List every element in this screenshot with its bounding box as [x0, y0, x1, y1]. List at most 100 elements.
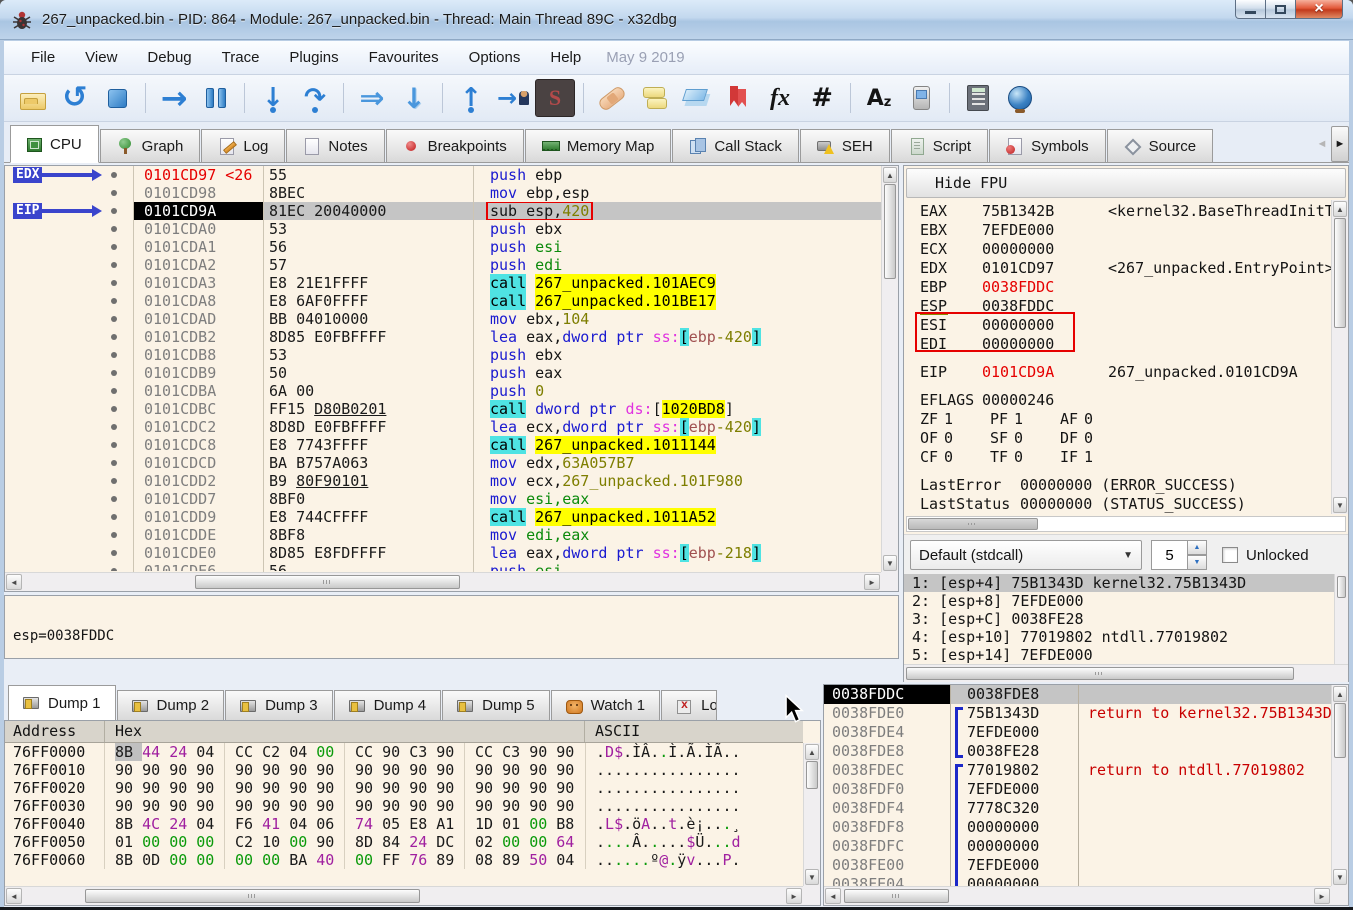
- disasm-horizontal-scrollbar[interactable]: ◄ ►: [5, 572, 881, 591]
- maximize-button[interactable]: [1266, 0, 1296, 19]
- status-row-lasterror[interactable]: LastError 00000000 (ERROR_SUCCESS): [904, 476, 1331, 495]
- scroll-down-icon[interactable]: ▼: [805, 869, 819, 885]
- patch-button[interactable]: [592, 79, 632, 117]
- breakpoint-gutter[interactable]: [5, 436, 133, 454]
- tab-log[interactable]: Log: [201, 129, 286, 162]
- stack-horizontal-scrollbar[interactable]: ◄ ►: [824, 886, 1331, 905]
- hex-dump-row[interactable]: 76FF0060 8B 0D 00 00 00 00 BA 40 00 FF 76 8…: [5, 851, 803, 869]
- menu-plugins[interactable]: Plugins: [274, 41, 353, 75]
- menu-favourites[interactable]: Favourites: [354, 41, 454, 75]
- scroll-thumb[interactable]: [195, 575, 460, 589]
- breakpoint-gutter[interactable]: [5, 526, 133, 544]
- bookmark-button[interactable]: [718, 79, 758, 117]
- tab-seh[interactable]: SEH: [799, 129, 890, 162]
- disasm-row[interactable]: 0101CDE6 56 push esi: [5, 562, 881, 571]
- registers-horizontal-scrollbar[interactable]: [906, 516, 1346, 532]
- hide-fpu-button[interactable]: Hide FPU: [906, 168, 1346, 198]
- tab-notes[interactable]: Notes: [286, 129, 385, 162]
- tab-dump-1[interactable]: Dump 1: [8, 685, 116, 720]
- disasm-row[interactable]: 0101CDA1 56 push esi: [5, 238, 881, 256]
- scroll-thumb[interactable]: [1334, 218, 1346, 328]
- disasm-row[interactable]: 0101CDBC FF15 D80B0201 call dword ptr ds:[…: [5, 400, 881, 418]
- breakpoint-gutter[interactable]: [5, 382, 133, 400]
- scroll-thumb[interactable]: [1334, 703, 1346, 758]
- scroll-left-icon[interactable]: ◄: [825, 888, 841, 904]
- argument-count-input[interactable]: 5: [1151, 540, 1188, 570]
- stack-vertical-scrollbar[interactable]: ▲ ▼: [1331, 685, 1348, 886]
- trace-into-button[interactable]: [352, 79, 392, 117]
- hex-column-header[interactable]: Hex: [105, 721, 585, 742]
- step-over-button[interactable]: [295, 79, 335, 117]
- register-row-eflags[interactable]: EFLAGS 00000246: [904, 391, 1331, 410]
- disasm-row[interactable]: 0101CDDE 8BF8 mov edi,eax: [5, 526, 881, 544]
- disasm-row[interactable]: 0101CDD9 E8 744CFFFF call 267_unpacked.101…: [5, 508, 881, 526]
- column-divider[interactable]: [1078, 685, 1079, 886]
- title-bar[interactable]: 267_unpacked.bin - PID: 864 - Module: 26…: [0, 0, 1353, 40]
- hex-dump-row[interactable]: 76FF0010 90 90 90 90 90 90 90 90 90 90 90 9…: [5, 761, 803, 779]
- ordinals-button[interactable]: [802, 79, 842, 117]
- argument-row[interactable]: 4: [esp+10] 77019802 ntdll.77019802: [904, 628, 1334, 646]
- breakpoint-gutter[interactable]: [5, 454, 133, 472]
- disasm-vertical-scrollbar[interactable]: ▲ ▼: [881, 166, 898, 572]
- arguments-horizontal-scrollbar[interactable]: [904, 664, 1348, 682]
- column-divider[interactable]: [263, 166, 264, 572]
- scroll-right-icon[interactable]: ►: [786, 888, 802, 904]
- tab-call-stack[interactable]: Call Stack: [672, 129, 799, 162]
- scroll-right-icon[interactable]: ►: [864, 574, 880, 590]
- strings-button[interactable]: [859, 79, 899, 117]
- scroll-up-icon[interactable]: ▲: [1333, 201, 1347, 217]
- dump-vertical-scrollbar[interactable]: ▲ ▼: [803, 743, 820, 886]
- tab-dump-3[interactable]: Dump 3: [225, 690, 333, 720]
- disasm-row[interactable]: 0101CDB2 8D85 E0FBFFFF lea eax,dword ptr s…: [5, 328, 881, 346]
- argument-row[interactable]: 5: [esp+14] 7EFDE000: [904, 646, 1334, 664]
- scroll-down-icon[interactable]: ▼: [1333, 869, 1347, 885]
- hex-dump-row[interactable]: 76FF0000 8B 44 24 04 CC C2 04 00 CC 90 C3 9…: [5, 743, 803, 761]
- hex-dump-row[interactable]: 76FF0020 90 90 90 90 90 90 90 90 90 90 90 9…: [5, 779, 803, 797]
- scroll-right-icon[interactable]: ►: [1314, 888, 1330, 904]
- hex-dump-row[interactable]: 76FF0050 01 00 00 00 C2 10 00 90 8D 84 24 D…: [5, 833, 803, 851]
- breakpoint-gutter[interactable]: [5, 184, 133, 202]
- tab-watch-1[interactable]: Watch 1: [550, 690, 661, 720]
- menu-trace[interactable]: Trace: [207, 41, 275, 75]
- column-divider[interactable]: [950, 685, 951, 886]
- disasm-row[interactable]: 0101CDA2 57 push edi: [5, 256, 881, 274]
- label-button[interactable]: [676, 79, 716, 117]
- breakpoint-gutter[interactable]: [5, 346, 133, 364]
- spinner-up-icon[interactable]: ▲: [1188, 540, 1207, 555]
- restart-button[interactable]: [55, 79, 95, 117]
- disasm-row[interactable]: 0101CDBA 6A 00 push 0: [5, 382, 881, 400]
- tab-breakpoints[interactable]: Breakpoints: [385, 129, 524, 162]
- scroll-left-icon[interactable]: ◄: [6, 888, 22, 904]
- breakpoint-gutter[interactable]: [5, 292, 133, 310]
- scroll-thumb[interactable]: [884, 184, 896, 279]
- run-button[interactable]: [154, 79, 194, 117]
- disasm-row[interactable]: 0101CDC2 8D8D E0FBFFFF lea ecx,dword ptr s…: [5, 418, 881, 436]
- argument-row[interactable]: 2: [esp+8] 7EFDE000: [904, 592, 1334, 610]
- disasm-row[interactable]: 0101CD98 8BEC mov ebp,esp: [5, 184, 881, 202]
- disasm-row[interactable]: 0101CDA3 E8 21E1FFFF call 267_unpacked.101…: [5, 274, 881, 292]
- step-into-button[interactable]: [253, 79, 293, 117]
- stop-button[interactable]: [97, 79, 137, 117]
- minimize-button[interactable]: [1235, 0, 1266, 19]
- breakpoint-gutter[interactable]: [5, 418, 133, 436]
- disasm-row[interactable]: 0101CD9A 81EC 20040000 sub esp,420: [5, 202, 881, 220]
- internet-button[interactable]: [1000, 79, 1040, 117]
- tab-script[interactable]: Script: [890, 129, 989, 162]
- scroll-down-icon[interactable]: ▼: [883, 555, 897, 571]
- breakpoint-gutter[interactable]: [5, 400, 133, 418]
- register-row-edx[interactable]: EDX 0101CD97 <267_unpacked.EntryPoint>: [904, 259, 1331, 278]
- register-row-eax[interactable]: EAX75B1342B<kernel32.BaseThreadInitThunk: [904, 202, 1331, 221]
- tab-symbols[interactable]: Symbols: [989, 129, 1106, 162]
- scroll-up-icon[interactable]: ▲: [805, 744, 819, 760]
- tab-scroll-right-button[interactable]: ►: [1331, 126, 1349, 162]
- hex-dump-row[interactable]: 76FF0040 8B 4C 24 04 F6 41 04 06 74 05 E8 A…: [5, 815, 803, 833]
- calling-convention-select[interactable]: Default (stdcall) ▼: [910, 540, 1142, 570]
- breakpoint-gutter[interactable]: [5, 472, 133, 490]
- breakpoint-gutter[interactable]: [5, 220, 133, 238]
- comment-button[interactable]: [634, 79, 674, 117]
- breakpoint-gutter[interactable]: [5, 328, 133, 346]
- handles-button[interactable]: [901, 79, 941, 117]
- breakpoint-gutter[interactable]: [5, 256, 133, 274]
- menu-options[interactable]: Options: [454, 41, 536, 75]
- argument-row[interactable]: 3: [esp+C] 0038FE28: [904, 610, 1334, 628]
